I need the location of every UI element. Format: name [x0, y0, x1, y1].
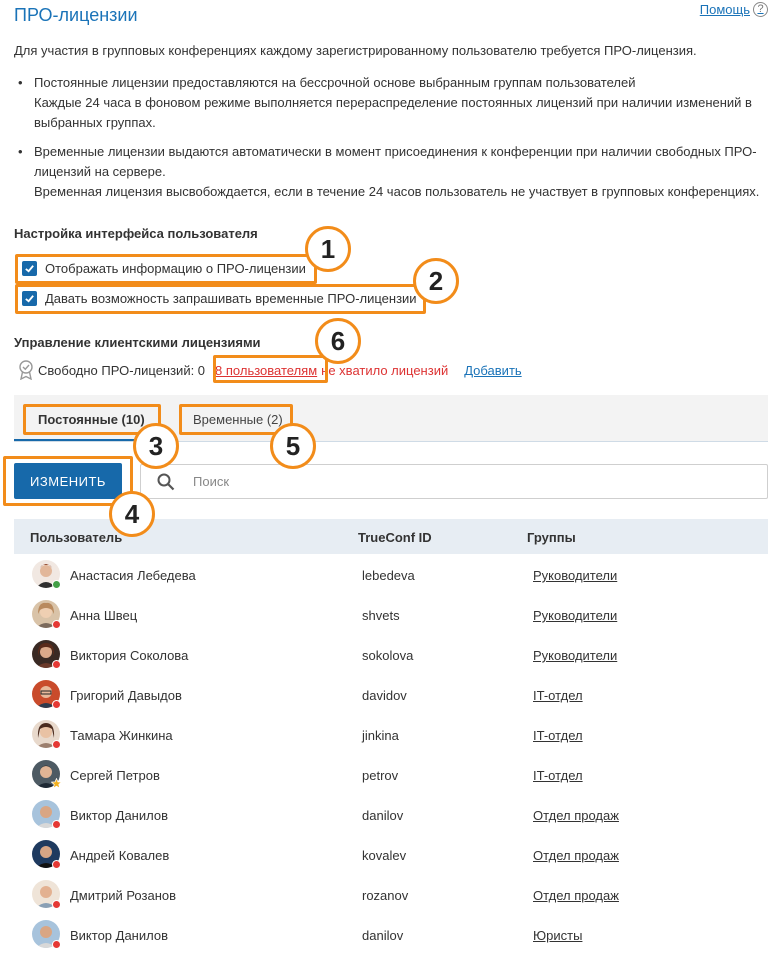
status-offline-icon: [52, 940, 61, 949]
callout-badge-1: 1: [305, 226, 351, 272]
table-row[interactable]: Сергей Петров petrov IT-отдел: [14, 755, 768, 795]
user-name: Виктор Данилов: [70, 928, 168, 943]
user-id: shvets: [362, 608, 400, 623]
add-link[interactable]: Добавить: [464, 363, 521, 378]
user-group-link[interactable]: Руководители: [533, 648, 617, 663]
callout-badge-6: 6: [315, 318, 361, 364]
user-group-link[interactable]: Руководители: [533, 568, 617, 583]
search-input[interactable]: Поиск: [193, 474, 229, 489]
table-row[interactable]: Дмитрий Розанов rozanov Отдел продаж: [14, 875, 768, 915]
bullet-text: Постоянные лицензии предоставляются на б…: [34, 75, 636, 90]
callout-badge-5: 5: [270, 423, 316, 469]
bullet-temporary: Временные лицензии выдаются автоматическ…: [14, 142, 770, 202]
status-offline-icon: [52, 660, 61, 669]
user-group-link[interactable]: IT-отдел: [533, 728, 583, 743]
user-group-link[interactable]: IT-отдел: [533, 768, 583, 783]
user-group-link[interactable]: IT-отдел: [533, 688, 583, 703]
user-id: danilov: [362, 808, 404, 823]
bullet-text: Каждые 24 часа в фоновом режиме выполняе…: [34, 95, 752, 110]
user-name: Дмитрий Розанов: [70, 888, 177, 903]
search-icon: [157, 473, 175, 490]
column-header-user[interactable]: Пользователь: [30, 530, 122, 545]
not-enough-text: не хватило лицензий: [321, 362, 449, 378]
bullet-text: выбранных группах.: [34, 115, 156, 130]
table-row[interactable]: Анна Швец shvets Руководители: [14, 595, 768, 635]
user-id: sokolova: [362, 648, 414, 663]
callout-frame-6: [213, 355, 328, 383]
table-row[interactable]: Анастасия Лебедева lebedeva Руководители: [14, 555, 768, 595]
user-name: Григорий Давыдов: [70, 688, 182, 703]
user-id: danilov: [362, 928, 404, 943]
user-group-link[interactable]: Отдел продаж: [533, 888, 619, 903]
status-offline-icon: [52, 860, 61, 869]
callout-badge-3: 3: [133, 423, 179, 469]
column-header-id[interactable]: TrueConf ID: [358, 530, 432, 545]
user-id: petrov: [362, 768, 399, 783]
user-name: Виктор Данилов: [70, 808, 168, 823]
user-name: Анастасия Лебедева: [70, 568, 196, 583]
help-icon[interactable]: ?: [753, 2, 768, 17]
user-group-link[interactable]: Отдел продаж: [533, 808, 619, 823]
user-id: kovalev: [362, 848, 407, 863]
license-mgmt-title: Управление клиентскими лицензиями: [14, 335, 261, 350]
table-row[interactable]: Григорий Давыдов davidov IT-отдел: [14, 675, 768, 715]
user-name: Тамара Жинкина: [70, 728, 173, 743]
user-group-link[interactable]: Юристы: [533, 928, 582, 943]
status-offline-icon: [52, 620, 61, 629]
table-row[interactable]: Виктор Данилов danilov Юристы: [14, 915, 768, 954]
user-id: rozanov: [362, 888, 409, 903]
intro-text: Для участия в групповых конференциях каж…: [14, 43, 697, 58]
status-offline-icon: [52, 820, 61, 829]
bullet-text: Временные лицензии выдаются автоматическ…: [34, 144, 757, 159]
table-row[interactable]: Андрей Ковалев kovalev Отдел продаж: [14, 835, 768, 875]
user-group-link[interactable]: Отдел продаж: [533, 848, 619, 863]
user-id: lebedeva: [362, 568, 415, 583]
help-label[interactable]: Помощь: [700, 2, 750, 17]
status-offline-icon: [52, 700, 61, 709]
search-box[interactable]: Поиск: [140, 464, 768, 499]
user-id: jinkina: [362, 728, 399, 743]
user-group-link[interactable]: Руководители: [533, 608, 617, 623]
user-name: Сергей Петров: [70, 768, 160, 783]
bullet-text: лицензий на сервере.: [34, 164, 166, 179]
award-icon: [19, 360, 33, 380]
table-row[interactable]: Виктор Данилов danilov Отдел продаж: [14, 795, 768, 835]
bullet-text: Временная лицензия высвобождается, если …: [34, 184, 760, 199]
help-link[interactable]: Помощь ?: [700, 2, 768, 17]
page-title: ПРО-лицензии: [14, 5, 138, 25]
bullet-permanent: Постоянные лицензии предоставляются на б…: [14, 73, 770, 133]
user-name: Виктория Соколова: [70, 648, 189, 663]
status-online-icon: [52, 580, 61, 589]
user-name: Анна Швец: [70, 608, 138, 623]
user-name: Андрей Ковалев: [70, 848, 170, 863]
table-row[interactable]: Виктория Соколова sokolova Руководители: [14, 635, 768, 675]
column-header-groups[interactable]: Группы: [527, 530, 576, 545]
info-bullets: Постоянные лицензии предоставляются на б…: [14, 73, 770, 211]
callout-badge-2: 2: [413, 258, 459, 304]
status-offline-icon: [52, 900, 61, 909]
status-offline-icon: [52, 740, 61, 749]
table-row[interactable]: Тамара Жинкина jinkina IT-отдел: [14, 715, 768, 755]
user-id: davidov: [362, 688, 407, 703]
free-licenses-text: Свободно ПРО-лицензий: 0: [38, 362, 206, 378]
callout-frame-2: [15, 284, 426, 314]
callout-frame-1: [15, 254, 317, 284]
ui-settings-title: Настройка интерфейса пользователя: [14, 226, 258, 241]
callout-badge-4: 4: [109, 491, 155, 537]
star-icon: [51, 778, 62, 789]
